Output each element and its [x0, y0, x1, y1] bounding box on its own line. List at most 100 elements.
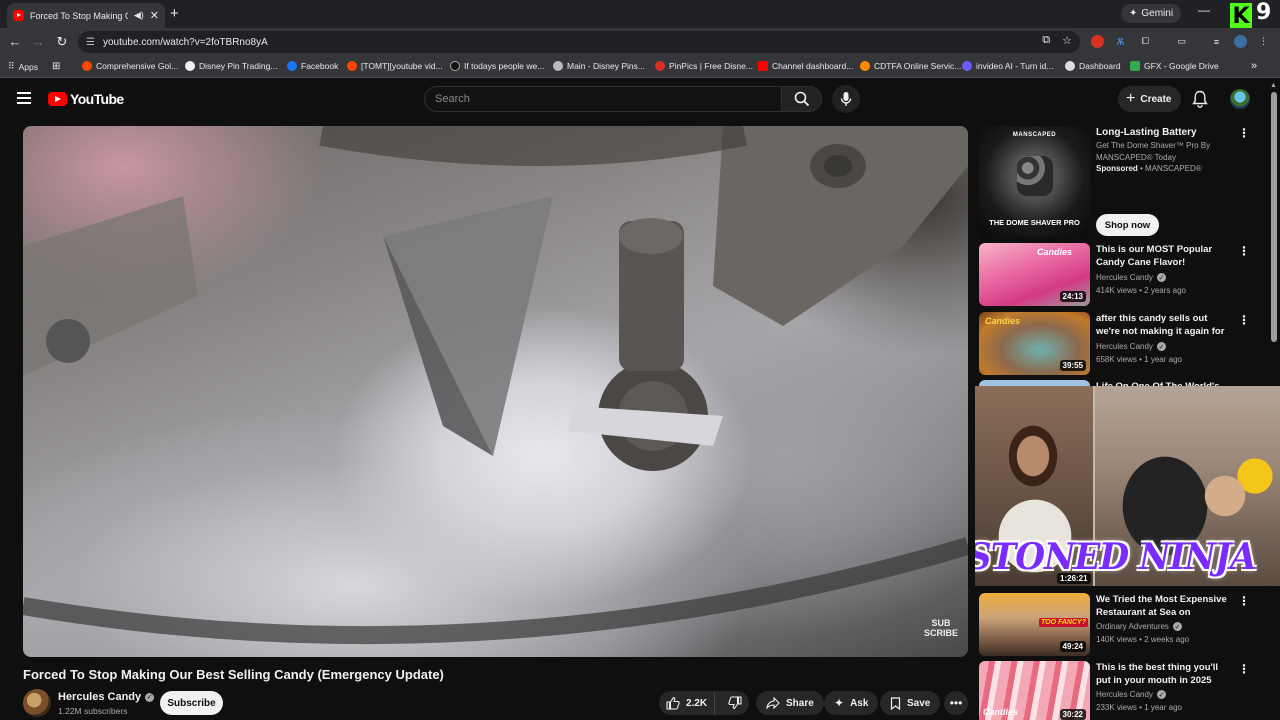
video-thumbnail[interactable]: Candies 39:55 — [979, 312, 1090, 375]
minimize-window-icon[interactable]: — — [1198, 3, 1210, 17]
audio-playing-icon[interactable]: ◀︎) — [134, 10, 144, 21]
gemini-button[interactable]: ✦ Gemini — [1121, 4, 1182, 23]
extensions-puzzle-icon[interactable]: ⧠ — [1139, 35, 1152, 48]
ask-button[interactable]: ✦ Ask — [824, 691, 879, 715]
tab-groups-icon[interactable]: ⊞ — [52, 61, 60, 72]
ad-title[interactable]: Long-Lasting Battery — [1096, 127, 1197, 138]
rec-menu-icon[interactable]: ⋮ — [1238, 314, 1250, 326]
rec-video-title[interactable]: after this candy sells out we're not mak… — [1096, 312, 1231, 338]
site-icon — [185, 61, 195, 71]
ad-thumb-product: THE DOME SHAVER PRO — [989, 218, 1080, 227]
new-tab-button[interactable]: + — [170, 5, 179, 22]
ad-advertiser: • MANSCAPED® — [1140, 164, 1202, 173]
save-label: Save — [907, 697, 931, 709]
rec-video-title[interactable]: We Tried the Most Expensive Restaurant a… — [1096, 593, 1231, 619]
install-app-icon[interactable]: ⧉ — [1042, 34, 1050, 47]
thumbnail-text: Candies — [1037, 247, 1073, 257]
bookmark-item[interactable]: If todays people we... — [450, 61, 544, 71]
extension-red-icon[interactable] — [1091, 35, 1104, 48]
search-button[interactable] — [782, 86, 822, 112]
browser-tab-active[interactable]: Forced To Stop Making Ou ◀︎) ✕ — [7, 3, 165, 28]
rec-views: 140K views — [1096, 635, 1137, 644]
rec-video-title[interactable]: This is the best thing you'll put in you… — [1096, 661, 1231, 687]
reload-icon[interactable]: ↻ — [54, 34, 70, 50]
bookmark-item[interactable]: Facebook — [287, 61, 338, 71]
reading-list-icon[interactable]: ≡ — [1210, 35, 1223, 48]
duration-badge: 39:55 — [1059, 360, 1086, 371]
plus-icon: + — [1126, 90, 1136, 107]
bookmark-item[interactable]: Dashboard — [1065, 61, 1121, 71]
channel-avatar[interactable] — [23, 689, 51, 717]
ask-label: Ask — [850, 697, 869, 709]
bookmark-item[interactable]: PinPics | Free Disne... — [655, 61, 753, 71]
bookmark-label: PinPics | Free Disne... — [669, 61, 753, 71]
subscribe-watermark[interactable]: SUB SCRIBE — [924, 618, 958, 639]
forward-arrow-icon[interactable]: → — [30, 34, 46, 49]
rec-views: 233K views — [1096, 703, 1137, 712]
back-arrow-icon[interactable]: ← — [7, 34, 23, 49]
shop-now-button[interactable]: Shop now — [1096, 214, 1159, 236]
like-button[interactable]: 2.2K — [659, 691, 716, 715]
side-panel-icon[interactable]: ▭ — [1175, 35, 1188, 48]
video-thumbnail[interactable]: TOO FANCY? 49:24 — [979, 593, 1090, 656]
rec-views: 658K views — [1096, 355, 1137, 364]
bookmark-item[interactable]: [TOMT][youtube vid... — [347, 61, 443, 71]
bookmark-label: Facebook — [301, 61, 339, 71]
create-label: Create — [1140, 93, 1172, 105]
rec-menu-icon[interactable]: ⋮ — [1238, 595, 1250, 607]
share-button[interactable]: Share — [756, 691, 824, 715]
address-bar[interactable]: ☰ youtube.com/watch?v=2foTBRno8yA ⧉ ☆ — [78, 31, 1080, 53]
ad-menu-icon[interactable]: ⋮ — [1238, 127, 1250, 139]
tab-title: Forced To Stop Making Ou — [30, 10, 128, 21]
chrome-menu-icon[interactable]: ⋮ — [1257, 35, 1270, 48]
more-actions-icon[interactable]: ••• — [944, 691, 968, 715]
bookmark-label: invideo AI - Turn id... — [976, 61, 1054, 71]
close-tab-icon[interactable]: ✕ — [150, 9, 159, 22]
scroll-up-arrow-icon[interactable]: ▲ — [1270, 82, 1277, 89]
create-button[interactable]: + Create — [1118, 86, 1182, 112]
video-thumbnail[interactable]: Candies 24:13 — [979, 243, 1090, 306]
ad-thumbnail[interactable]: MANSCAPED THE DOME SHAVER PRO — [979, 126, 1090, 237]
verified-check-icon: ✓ — [1156, 273, 1166, 282]
subscribe-button[interactable]: Subscribe — [160, 691, 223, 715]
extension-translate-icon[interactable]: Ѫ — [1114, 35, 1127, 48]
rec-channel-name: Hercules Candy — [1096, 273, 1153, 282]
rec-channel[interactable]: Hercules Candy ✓ — [1096, 273, 1166, 282]
bookmark-item[interactable]: Main - Disney Pins... — [553, 61, 645, 71]
rec-video-title[interactable]: This is our MOST Popular Candy Cane Flav… — [1096, 243, 1231, 269]
site-info-icon[interactable]: ☰ — [86, 37, 95, 48]
bookmarks-overflow-icon[interactable]: » — [1251, 60, 1257, 72]
guide-menu-icon[interactable] — [17, 92, 31, 104]
youtube-logo[interactable]: YouTube — [48, 91, 124, 107]
rec-menu-icon[interactable]: ⋮ — [1238, 245, 1250, 257]
bookmark-item[interactable]: Comprehensive Gol... — [82, 61, 178, 71]
bookmark-label: Disney Pin Trading... — [199, 61, 278, 71]
rec-channel-name: Ordinary Adventures — [1096, 622, 1169, 631]
rec-channel[interactable]: Hercules Candy ✓ — [1096, 690, 1166, 699]
bookmark-item[interactable]: invideo AI - Turn id... — [962, 61, 1053, 71]
bookmark-item[interactable]: Disney Pin Trading... — [185, 61, 277, 71]
profile-avatar-icon[interactable] — [1234, 35, 1247, 48]
save-button[interactable]: Save — [880, 691, 941, 715]
browser-toolbar: ← → ↻ ☰ youtube.com/watch?v=2foTBRno8yA … — [0, 28, 1280, 56]
bookmark-star-icon[interactable]: ☆ — [1062, 34, 1072, 47]
page-scrollbar-thumb[interactable] — [1271, 92, 1277, 342]
bookmark-item[interactable]: GFX - Google Drive — [1130, 61, 1219, 71]
video-player[interactable]: SUB SCRIBE — [23, 126, 968, 657]
notifications-bell-icon[interactable] — [1192, 90, 1208, 113]
dislike-button[interactable] — [721, 696, 749, 710]
bookmark-item[interactable]: Channel dashboard... — [758, 61, 853, 71]
bookmark-item[interactable]: CDTFA Online Servic... — [860, 61, 961, 71]
channel-name-row[interactable]: Hercules Candy ✓ — [58, 691, 155, 703]
video-thumbnail[interactable]: Candies 30:22 — [979, 661, 1090, 720]
rec-meta: 414K views • 2 years ago — [1096, 286, 1186, 295]
share-arrow-icon — [766, 697, 780, 709]
facebook-icon — [287, 61, 297, 71]
voice-search-button[interactable] — [832, 85, 860, 113]
account-avatar[interactable] — [1230, 89, 1250, 109]
rec-channel[interactable]: Hercules Candy ✓ — [1096, 342, 1166, 351]
bookmark-item[interactable]: ⠿ Apps — [8, 61, 38, 72]
search-input[interactable] — [435, 93, 781, 105]
rec-channel[interactable]: Ordinary Adventures ✓ — [1096, 622, 1182, 631]
rec-menu-icon[interactable]: ⋮ — [1238, 663, 1250, 675]
